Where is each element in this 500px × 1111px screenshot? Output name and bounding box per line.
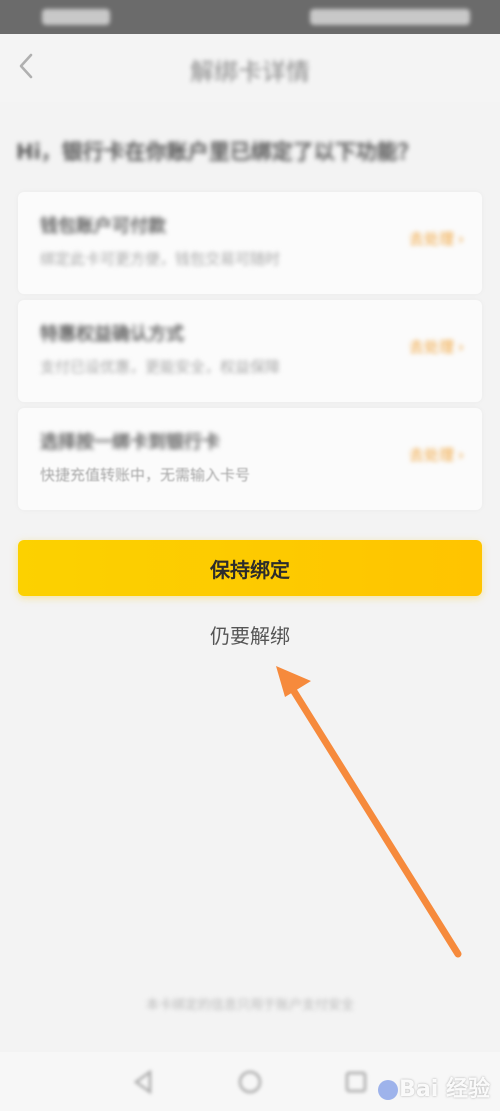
page-title: 解绑卡详情 [190, 58, 310, 86]
nav-back-icon[interactable] [128, 1066, 160, 1098]
option-action-label: 去处理 [408, 230, 454, 248]
option-action-label: 去处理 [408, 338, 454, 356]
keep-binding-button[interactable]: 保持绑定 [18, 540, 482, 596]
question-text: Hi，银行卡在你账户里已绑定了以下功能？ [16, 140, 419, 164]
option-title: 特惠权益确认方式 [40, 324, 184, 345]
option-card-wallet[interactable]: 钱包账户可付款 绑定此卡可更方便，钱包交易可随时 去处理 › [18, 192, 482, 294]
option-desc: 支付已设优惠，更能安全，权益保障 [40, 358, 281, 376]
nav-recents-icon[interactable] [340, 1066, 372, 1098]
option-action[interactable]: 去处理 › [409, 444, 464, 465]
still-unbind-button[interactable]: 仍要解绑 [0, 620, 500, 649]
chevron-right-icon: › [458, 446, 464, 464]
paw-logo-icon [378, 1080, 399, 1100]
feature-option-list: 钱包账户可付款 绑定此卡可更方便，钱包交易可随时 去处理 › 特惠权益确认方式 支… [18, 192, 482, 516]
option-desc: 快捷充值转账中，无需输入卡号 [40, 466, 251, 484]
option-desc: 绑定此卡可更方便，钱包交易可随时 [40, 250, 281, 268]
option-title: 钱包账户可付款 [40, 216, 166, 237]
chevron-right-icon: › [458, 338, 464, 356]
unbind-card-screen: 解绑卡详情 Hi，银行卡在你账户里已绑定了以下功能？ 钱包账户可付款 绑定此卡可… [0, 0, 500, 1111]
option-action[interactable]: 去处理 › [409, 228, 464, 249]
watermark: Bai 经验 [377, 1071, 490, 1103]
watermark-text: Bai 经验 [399, 1077, 490, 1102]
option-card-quick-bind[interactable]: 选择按一绑卡到银行卡 快捷充值转账中，无需输入卡号 去处理 › [18, 408, 482, 510]
nav-home-icon[interactable] [234, 1066, 266, 1098]
status-bar [0, 0, 500, 34]
option-card-benefit[interactable]: 特惠权益确认方式 支付已设优惠，更能安全，权益保障 去处理 › [18, 300, 482, 402]
footer-note: 本卡绑定的信息只用于账户支付安全 [145, 998, 354, 1013]
status-right-blur [310, 9, 470, 25]
option-action[interactable]: 去处理 › [409, 336, 464, 357]
option-action-label: 去处理 [408, 446, 454, 464]
chevron-right-icon: › [458, 230, 464, 248]
option-title: 选择按一绑卡到银行卡 [40, 432, 220, 453]
status-left-blur [42, 9, 110, 25]
